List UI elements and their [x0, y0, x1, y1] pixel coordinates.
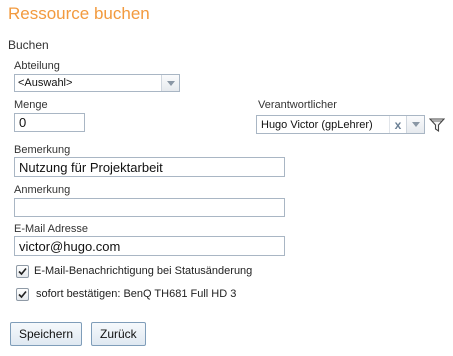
chevron-down-icon[interactable] [161, 75, 179, 91]
bemerkung-input[interactable] [14, 157, 285, 177]
filter-icon[interactable] [429, 117, 445, 133]
bemerkung-label: Bemerkung [14, 144, 71, 156]
check-icon [18, 267, 27, 276]
verantwortlicher-select[interactable]: Hugo Victor (gpLehrer) x [256, 115, 425, 134]
confirm-immediately-checkbox[interactable] [16, 288, 29, 301]
abteilung-label: Abteilung [14, 60, 60, 72]
confirm-immediately-label: sofort bestätigen: BenQ TH681 Full HD 3 [36, 288, 237, 300]
verantwortlicher-label: Verantwortlicher [258, 99, 337, 111]
email-input[interactable] [14, 236, 285, 256]
anmerkung-label: Anmerkung [14, 184, 71, 196]
back-button[interactable]: Zurück [91, 322, 146, 346]
email-notify-checkbox[interactable] [16, 265, 29, 278]
clear-icon[interactable]: x [389, 116, 406, 133]
email-notify-label: E-Mail-Benachrichtigung bei Statusänderu… [34, 265, 253, 277]
email-label: E-Mail Adresse [14, 223, 88, 235]
section-heading: Buchen [8, 38, 49, 52]
abteilung-select[interactable]: <Auswahl> [14, 74, 180, 92]
menge-input[interactable] [14, 113, 85, 132]
anmerkung-input[interactable] [14, 198, 285, 217]
menge-label: Menge [14, 99, 48, 111]
check-icon [18, 290, 27, 299]
page-title: Ressource buchen [8, 4, 150, 23]
save-button[interactable]: Speichern [10, 322, 83, 346]
abteilung-select-value: <Auswahl> [18, 77, 73, 89]
chevron-down-icon[interactable] [406, 116, 424, 133]
verantwortlicher-value: Hugo Victor (gpLehrer) [261, 118, 373, 131]
